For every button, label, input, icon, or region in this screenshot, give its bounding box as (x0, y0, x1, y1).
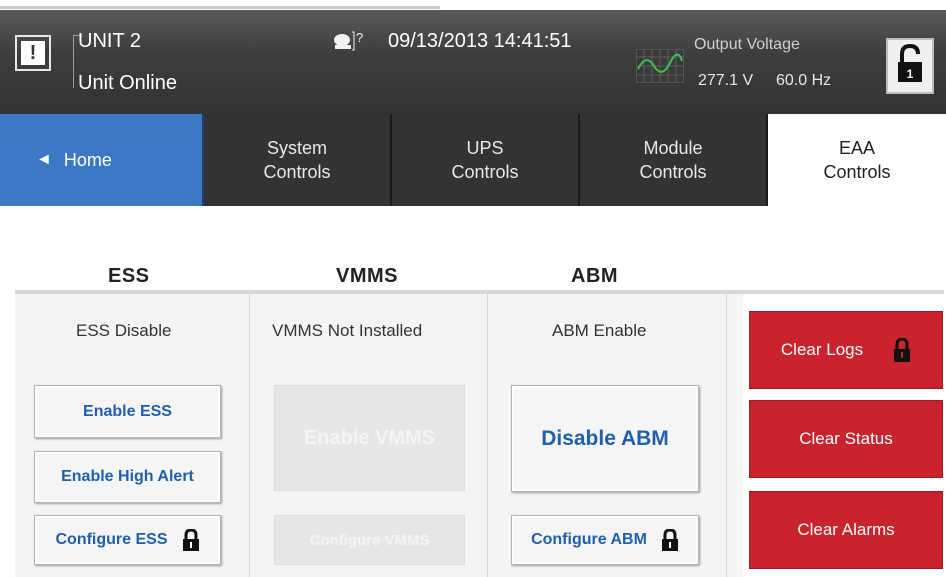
alarm-icon-glyph: ! (21, 41, 45, 65)
column-separator (487, 294, 488, 577)
tab-label-line1: System (266, 138, 327, 158)
ess-status: ESS Disable (76, 321, 172, 340)
back-arrow-icon: ◄ (36, 151, 52, 168)
tab-label-line1: UPS (466, 138, 504, 158)
section-label-vmms: VMMS (336, 265, 398, 287)
enable-vmms-button[interactable]: Enable VMMS (274, 385, 465, 491)
abm-status: ABM Enable (552, 321, 647, 340)
tab-label-line1: Module (643, 138, 703, 158)
configure-vmms-button[interactable]: Configure VMMS (274, 515, 465, 565)
clear-logs-button[interactable]: Clear Logs (749, 311, 943, 389)
unlock-button[interactable]: 1 (886, 38, 934, 94)
tab-eaa-controls[interactable]: EAA Controls (768, 114, 946, 206)
unit-status: Unit Online (78, 72, 177, 94)
status-header: ! UNIT 2 Unit Online ? 09/13/2013 14:41:… (0, 10, 946, 114)
tab-label-line1: EAA (838, 138, 876, 158)
unit-title: UNIT 2 (78, 30, 141, 52)
help-person-icon: ? (334, 30, 363, 51)
tab-home-label: Home (63, 150, 112, 170)
clear-alarms-button[interactable]: Clear Alarms (749, 491, 943, 569)
waveform-icon (636, 49, 684, 83)
nav-tabs: ◄ Home System Controls UPS Controls Module… (0, 114, 946, 206)
voltage-value: 277.1 V (698, 72, 754, 89)
frequency-value: 60.0 Hz (776, 72, 832, 89)
enable-high-alert-button[interactable]: Enable High Alert (34, 451, 221, 503)
svg-text:?: ? (356, 30, 363, 45)
tab-system-controls[interactable]: System Controls (204, 114, 392, 206)
tab-label-line2: Controls (451, 162, 519, 182)
tab-label-line2: Controls (823, 162, 891, 182)
section-label-abm: ABM (571, 265, 619, 287)
configure-abm-label: Configure ABM (531, 531, 647, 548)
tab-label-line2: Controls (263, 162, 331, 182)
lock-icon (894, 338, 911, 362)
unlock-icon: 1 (898, 43, 922, 82)
configure-ess-button[interactable]: Configure ESS (34, 515, 221, 565)
help-icon[interactable]: ? (332, 30, 368, 52)
enable-ess-button[interactable]: Enable ESS (34, 385, 221, 438)
configure-ess-label: Configure ESS (55, 531, 168, 548)
section-label-ess: ESS (108, 265, 150, 287)
top-strip (0, 0, 946, 10)
top-strip-line (0, 6, 440, 9)
disable-abm-button[interactable]: Disable ABM (511, 385, 699, 492)
clear-logs-label: Clear Logs (780, 340, 864, 359)
tab-label-line2: Controls (639, 162, 707, 182)
svg-text:1: 1 (907, 67, 914, 81)
clear-status-button[interactable]: Clear Status (749, 400, 943, 478)
tab-module-controls[interactable]: Module Controls (580, 114, 768, 206)
alarm-icon[interactable]: ! (15, 35, 51, 71)
configure-abm-button[interactable]: Configure ABM (511, 515, 699, 565)
tab-home[interactable]: ◄ Home (0, 114, 204, 206)
tab-ups-controls[interactable]: UPS Controls (392, 114, 580, 206)
column-separator (726, 294, 727, 577)
datetime: 09/13/2013 14:41:51 (388, 30, 572, 52)
vmms-status: VMMS Not Installed (272, 321, 423, 340)
lock-icon (182, 529, 199, 551)
lock-icon (661, 529, 678, 551)
column-separator (249, 294, 250, 577)
output-voltage-label: Output Voltage (694, 36, 800, 53)
